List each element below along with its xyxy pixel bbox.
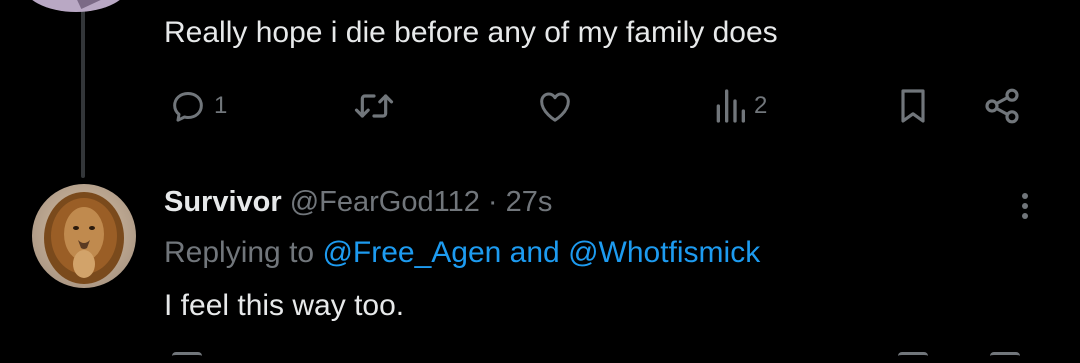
reply-button[interactable]: 1 bbox=[168, 84, 227, 128]
display-name[interactable]: Survivor bbox=[164, 186, 282, 218]
retweet-button[interactable] bbox=[352, 84, 396, 128]
views-button[interactable]: 2 bbox=[712, 84, 767, 128]
and-word: and bbox=[509, 236, 560, 269]
author-row: Survivor @FearGod112 · 27s bbox=[164, 182, 552, 222]
avatar[interactable] bbox=[22, 0, 130, 12]
more-icon bbox=[1010, 193, 1040, 230]
bookmark-icon bbox=[898, 352, 928, 363]
timestamp[interactable]: 27s bbox=[506, 186, 553, 218]
reply-tweet[interactable]: Survivor @FearGod112 · 27s Replying to @… bbox=[0, 180, 1080, 360]
bookmark-button[interactable] bbox=[894, 84, 932, 128]
share-button[interactable] bbox=[982, 84, 1022, 128]
reply-text: I feel this way too. bbox=[164, 289, 405, 322]
handle[interactable]: @FearGod112 bbox=[290, 186, 480, 218]
mention-link[interactable]: @Whotfismick bbox=[568, 236, 760, 269]
reply-icon bbox=[172, 352, 202, 363]
views-icon bbox=[712, 86, 748, 126]
reply-count: 1 bbox=[214, 92, 228, 119]
separator: · bbox=[487, 186, 498, 218]
like-button[interactable] bbox=[534, 84, 576, 128]
like-icon bbox=[534, 86, 576, 126]
share-icon bbox=[990, 352, 1020, 363]
replying-to: Replying to @Free_Agen and @Whotfismick bbox=[164, 233, 760, 273]
avatar[interactable] bbox=[32, 184, 136, 288]
tweet-actions: 1 2 bbox=[0, 84, 1080, 128]
tweet-text: Really hope i die before any of my famil… bbox=[164, 16, 778, 49]
view-count: 2 bbox=[754, 92, 768, 119]
retweet-icon bbox=[352, 86, 396, 126]
bookmark-icon bbox=[894, 86, 932, 126]
reply-icon bbox=[168, 86, 208, 126]
share-icon bbox=[982, 86, 1022, 126]
mention-link[interactable]: @Free_Agen bbox=[322, 236, 501, 269]
more-button[interactable] bbox=[1010, 186, 1040, 226]
replying-prefix: Replying to bbox=[164, 236, 315, 269]
